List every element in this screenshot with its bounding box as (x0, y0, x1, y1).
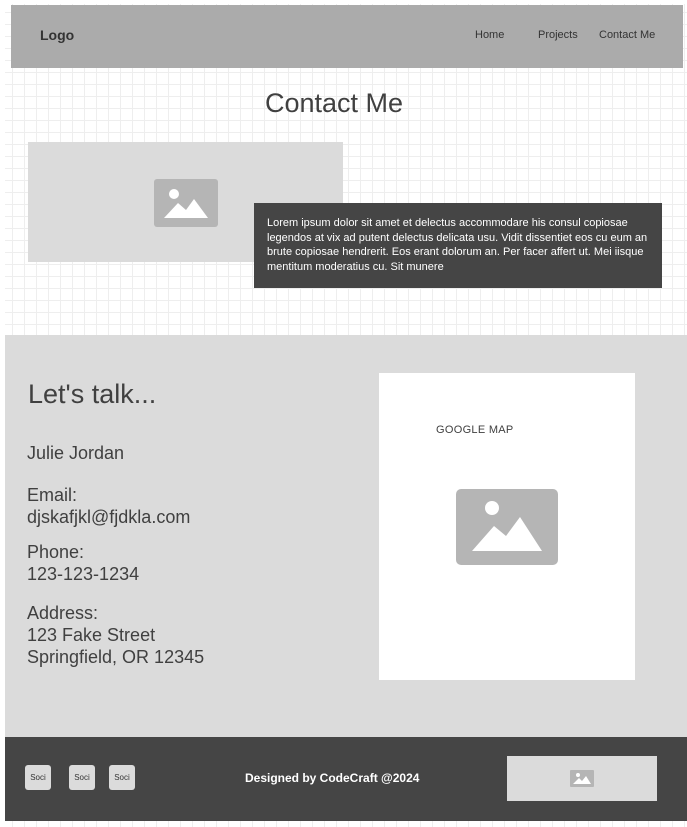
phone-value[interactable]: 123-123-1234 (27, 563, 139, 585)
address-label: Address: (27, 603, 99, 623)
phone-label: Phone: (27, 542, 85, 562)
footer-credit: Designed by CodeCraft @2024 (245, 771, 420, 785)
email-label: Email: (27, 485, 78, 505)
nav-link-projects[interactable]: Projects (538, 29, 578, 41)
nav-link-home[interactable]: Home (475, 29, 504, 41)
contact-name: Julie Jordan (27, 443, 125, 463)
page-title: Contact Me (264, 88, 404, 118)
intro-text-box: Lorem ipsum dolor sit amet et delectus a… (254, 203, 662, 288)
email-value[interactable]: djskafjkl@fjdkla.com (27, 506, 190, 528)
contact-section: Let's talk... Julie Jordan Email: djskaf… (5, 335, 687, 737)
nav-link-contact-me[interactable]: Contact Me (599, 29, 655, 41)
image-placeholder-icon (570, 770, 594, 787)
contact-email-block: Email: djskafjkl@fjdkla.com (27, 484, 190, 528)
social-link-1[interactable]: Soci (25, 765, 51, 790)
address-line-2: Springfield, OR 12345 (27, 647, 205, 667)
google-map-placeholder[interactable]: GOOGLE MAP (379, 373, 635, 680)
social-link-2[interactable]: Soci (69, 765, 95, 790)
site-logo[interactable]: Logo (40, 27, 74, 43)
site-footer: Soci Soci Soci Designed by CodeCraft @20… (5, 737, 687, 821)
address-line-1: 123 Fake Street (27, 625, 156, 645)
social-link-3[interactable]: Soci (109, 765, 135, 790)
footer-image-placeholder (507, 756, 657, 801)
intro-text: Lorem ipsum dolor sit amet et delectus a… (267, 217, 648, 273)
contact-heading: Let's talk... (28, 379, 157, 409)
contact-phone-block: Phone: 123-123-1234 (27, 541, 139, 585)
site-header: Logo Home Projects Contact Me (11, 5, 683, 68)
page-top-edge (0, 0, 687, 4)
image-placeholder-icon (154, 179, 218, 227)
contact-address-block: Address: 123 Fake Street Springfield, OR… (27, 602, 204, 668)
image-placeholder-icon (456, 489, 558, 565)
map-label: GOOGLE MAP (436, 424, 514, 436)
